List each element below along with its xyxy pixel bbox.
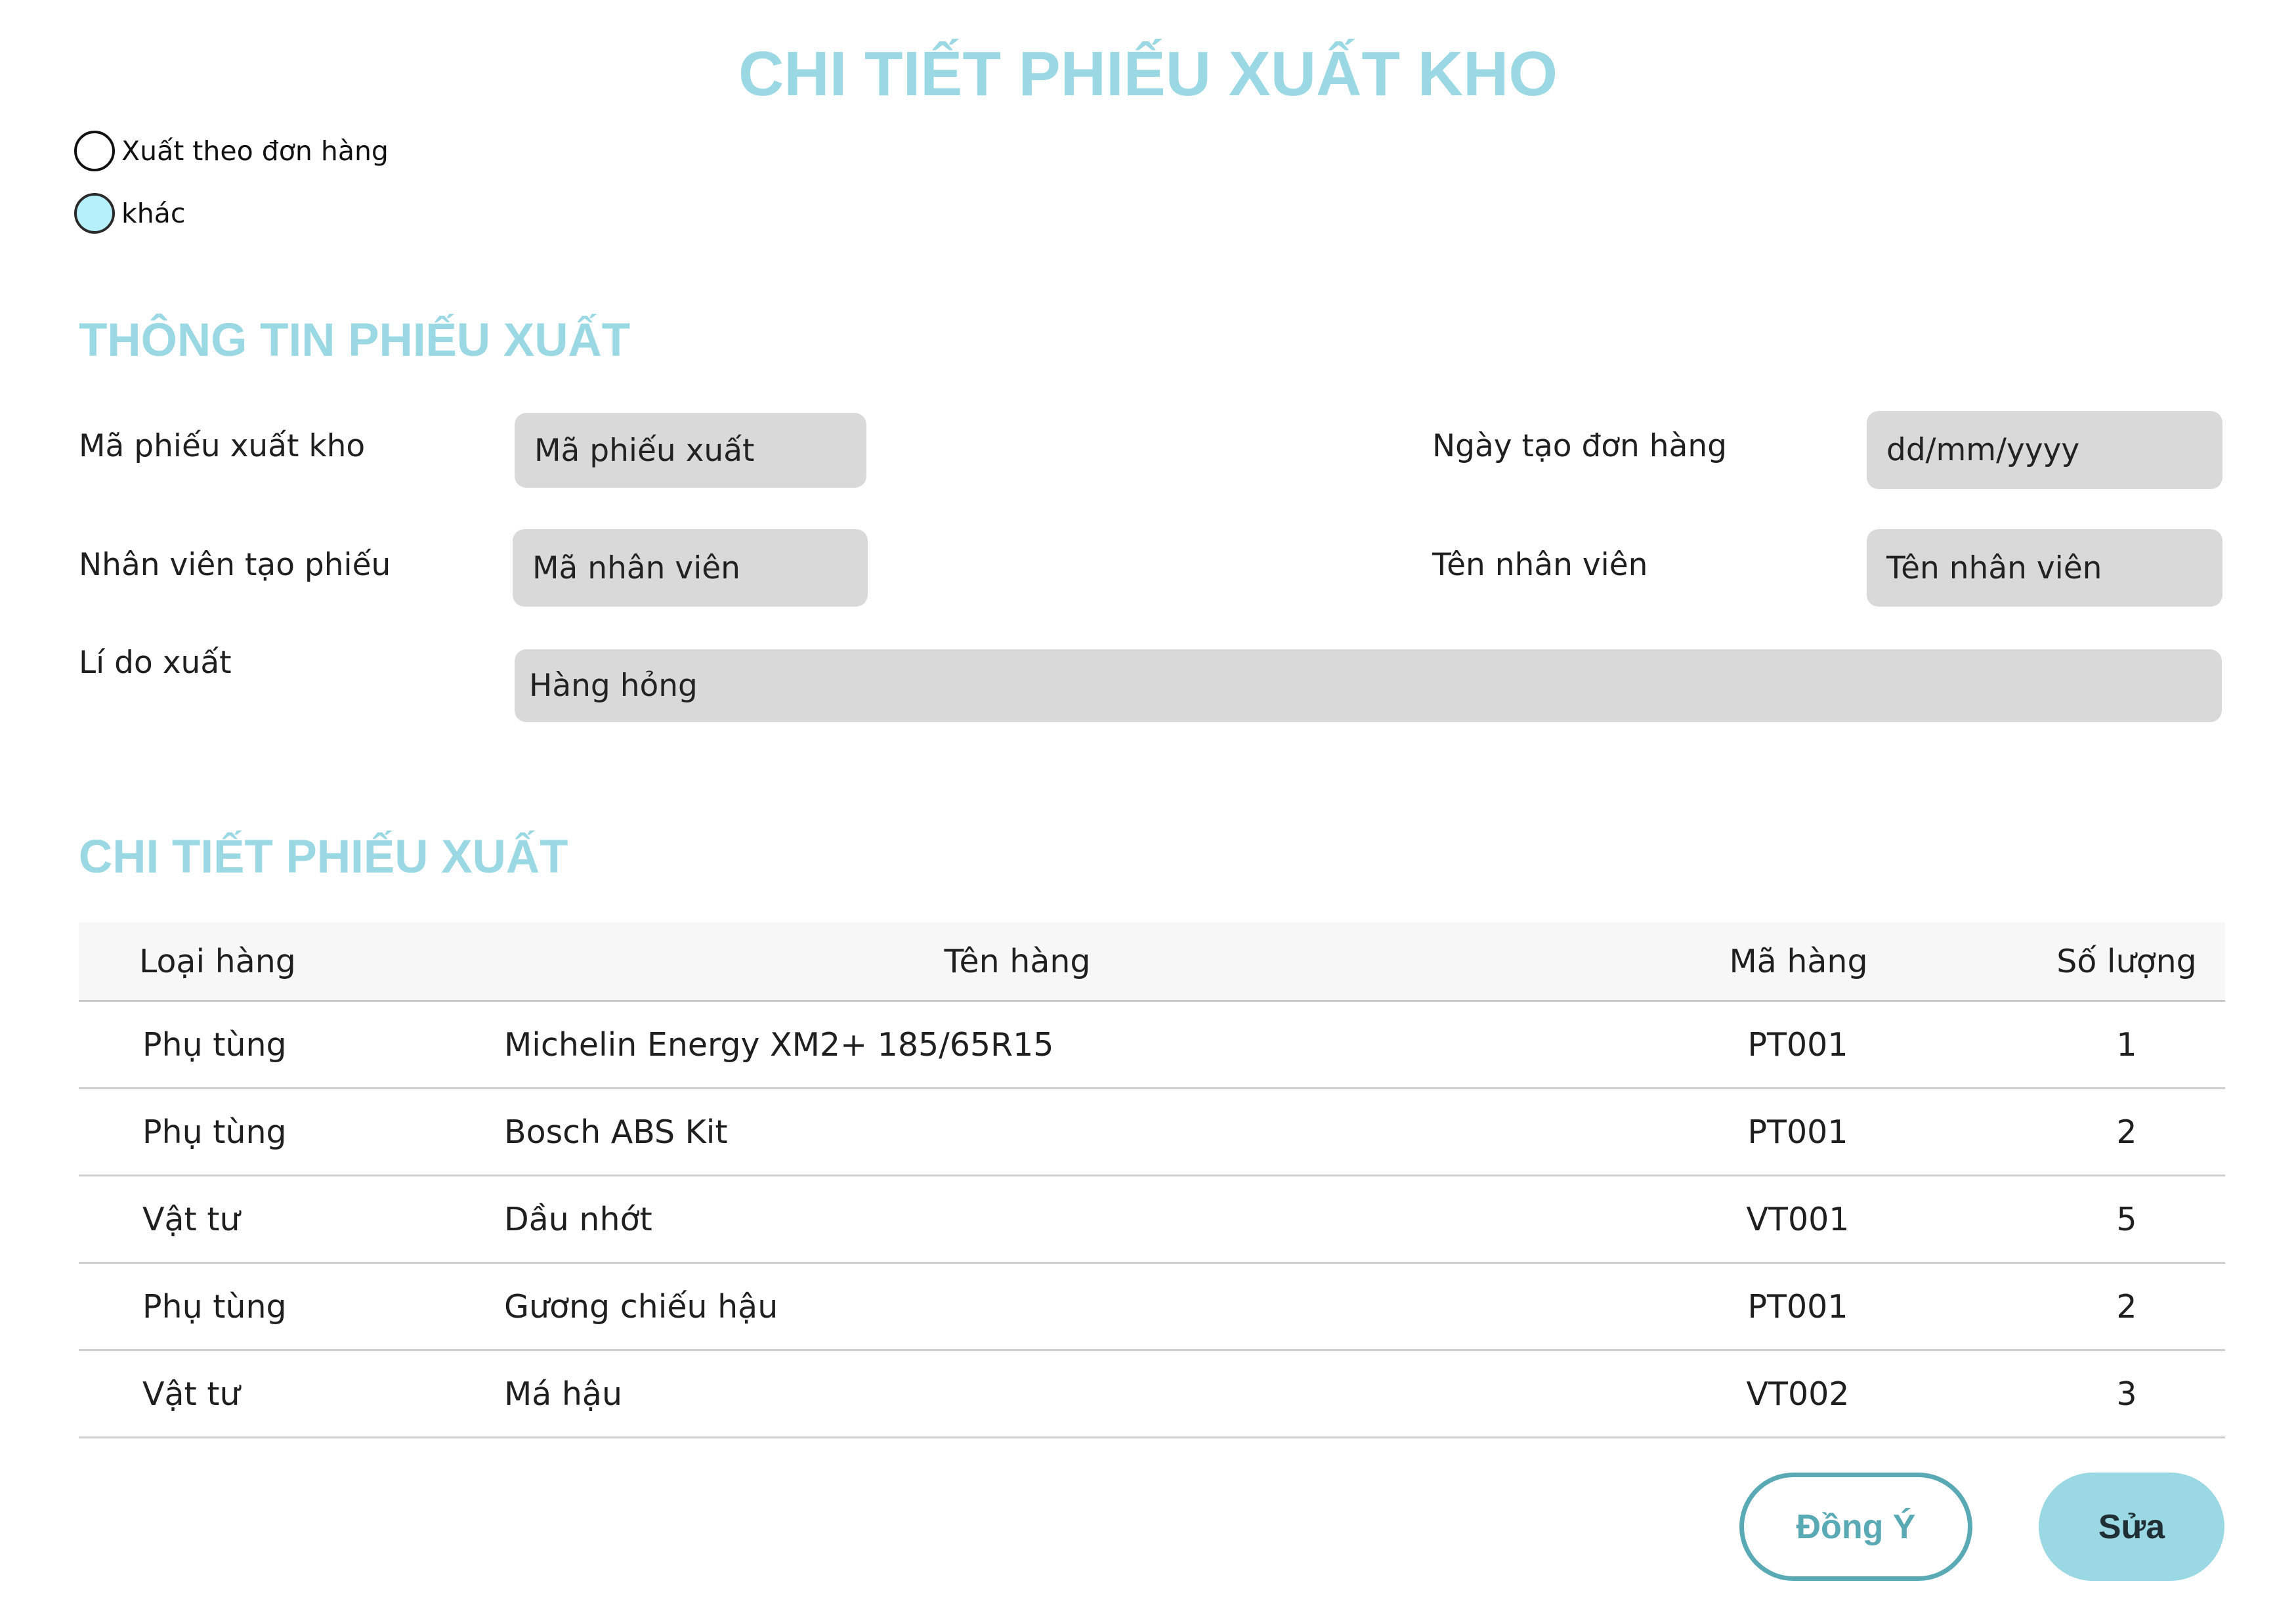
cell-item-code: PT001 — [1747, 1287, 1848, 1326]
cell-item-code: VT002 — [1746, 1375, 1850, 1413]
column-header: Mã hàng — [1729, 942, 1868, 980]
reason-input[interactable]: Hàng hỏng — [515, 649, 2222, 722]
cell-quantity: 2 — [2116, 1113, 2137, 1151]
table-row[interactable]: Phụ tùng Gương chiếu hậu PT001 2 — [79, 1264, 2225, 1351]
cell-item-type: Vật tư — [142, 1200, 240, 1238]
page-title: CHI TIẾT PHIẾU XUẤT KHO — [738, 39, 1558, 109]
radio-button-selected[interactable] — [74, 193, 115, 234]
order-date-label: Ngày tạo đơn hàng — [1432, 428, 1728, 464]
cell-quantity: 1 — [2116, 1025, 2137, 1064]
radio-label: khác — [121, 198, 186, 229]
radio-button[interactable] — [74, 131, 115, 171]
table-row[interactable]: Vật tư Dầu nhớt VT001 5 — [79, 1176, 2225, 1264]
table-row[interactable]: Phụ tùng Michelin Energy XM2+ 185/65R15 … — [79, 1002, 2225, 1089]
receipt-code-input[interactable]: Mã phiếu xuất — [515, 413, 866, 488]
cell-item-type: Vật tư — [142, 1375, 240, 1413]
detail-section-title: CHI TIẾT PHIẾU XUẤT — [79, 831, 568, 883]
cell-item-type: Phụ tùng — [142, 1025, 287, 1064]
radio-option-other[interactable]: khác — [74, 190, 185, 236]
column-header: Số lượng — [2056, 942, 2197, 980]
order-date-input[interactable]: dd/mm/yyyy — [1867, 411, 2222, 489]
cell-quantity: 2 — [2116, 1287, 2137, 1326]
cell-quantity: 5 — [2116, 1200, 2137, 1238]
agree-button[interactable]: Đồng Ý — [1739, 1473, 1972, 1581]
cell-item-code: VT001 — [1746, 1200, 1850, 1238]
table-row[interactable]: Vật tư Má hậu VT002 3 — [79, 1351, 2225, 1438]
cell-item-name: Dầu nhớt — [504, 1200, 652, 1238]
cell-item-code: PT001 — [1747, 1025, 1848, 1064]
detail-table: Loại hàng Tên hàng Mã hàng Số lượng Phụ … — [79, 922, 2225, 1438]
column-header: Tên hàng — [944, 942, 1091, 980]
table-row[interactable]: Phụ tùng Bosch ABS Kit PT001 2 — [79, 1089, 2225, 1176]
cell-item-type: Phụ tùng — [142, 1113, 287, 1151]
column-header: Loại hàng — [139, 942, 296, 980]
cell-item-name: Má hậu — [504, 1375, 623, 1413]
radio-option-by-order[interactable]: Xuất theo đơn hàng — [74, 128, 389, 174]
radio-label: Xuất theo đơn hàng — [121, 135, 389, 167]
reason-label: Lí do xuất — [79, 645, 232, 681]
cell-item-name: Bosch ABS Kit — [504, 1113, 728, 1151]
edit-button[interactable]: Sửa — [2039, 1473, 2224, 1581]
cell-item-type: Phụ tùng — [142, 1287, 287, 1326]
cell-quantity: 3 — [2116, 1375, 2137, 1413]
employee-name-input[interactable]: Tên nhân viên — [1867, 529, 2222, 607]
receipt-code-label: Mã phiếu xuất kho — [79, 428, 366, 464]
employee-name-label: Tên nhân viên — [1432, 547, 1648, 583]
cell-item-code: PT001 — [1747, 1113, 1848, 1151]
creator-input[interactable]: Mã nhân viên — [513, 529, 868, 607]
creator-label: Nhân viên tạo phiếu — [79, 547, 391, 583]
cell-item-name: Gương chiếu hậu — [504, 1287, 778, 1326]
table-header: Loại hàng Tên hàng Mã hàng Số lượng — [79, 922, 2225, 1002]
cell-item-name: Michelin Energy XM2+ 185/65R15 — [504, 1025, 1054, 1064]
info-section-title: THÔNG TIN PHIẾU XUẤT — [79, 314, 631, 366]
